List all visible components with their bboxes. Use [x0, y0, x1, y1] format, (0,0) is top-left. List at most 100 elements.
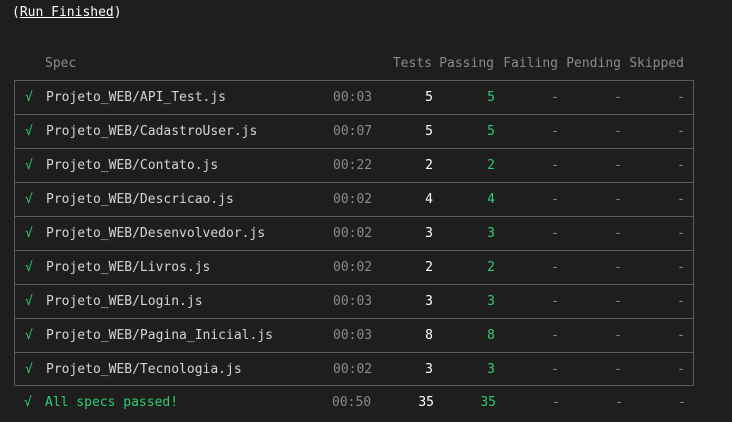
header-pending: Pending — [566, 56, 621, 71]
total-pending: - — [615, 395, 623, 410]
total-tests: 35 — [418, 395, 434, 410]
table-row: √ Projeto_WEB/API_Test.js 00:03 5 5 - - … — [15, 81, 693, 115]
total-passing: 35 — [480, 395, 496, 410]
total-skipped: - — [678, 395, 686, 410]
passing-count: 3 — [487, 294, 495, 309]
header-tests: Tests — [392, 56, 432, 71]
header-spec: Spec — [45, 56, 77, 71]
skipped-count: - — [677, 294, 685, 309]
pending-count: - — [614, 260, 622, 275]
spec-duration: 00:02 — [333, 362, 373, 377]
run-finished-title: (Run Finished) — [12, 4, 122, 22]
pass-check-icon: √ — [25, 124, 33, 139]
tests-count: 3 — [425, 362, 433, 377]
spec-name: Projeto_WEB/Pagina_Inicial.js — [46, 328, 273, 343]
spec-duration: 00:07 — [333, 124, 373, 139]
table-row: √ Projeto_WEB/Tecnologia.js 00:02 3 3 - … — [15, 353, 693, 387]
summary-row: √ All specs passed! 00:50 35 35 - - - — [14, 386, 694, 420]
header-passing: Passing — [439, 56, 494, 71]
table-row: √ Projeto_WEB/Desenvolvedor.js 00:02 3 3… — [15, 217, 693, 251]
skipped-count: - — [677, 328, 685, 343]
spec-name: Projeto_WEB/Livros.js — [46, 260, 211, 275]
pending-count: - — [614, 294, 622, 309]
tests-count: 8 — [425, 328, 433, 343]
tests-count: 5 — [425, 90, 433, 105]
pending-count: - — [614, 124, 622, 139]
pass-check-icon: √ — [25, 90, 33, 105]
spec-name: Projeto_WEB/CadastroUser.js — [46, 124, 258, 139]
table-header: Spec Tests Passing Failing Pending Skipp… — [14, 54, 694, 74]
failing-count: - — [551, 124, 559, 139]
passing-count: 4 — [487, 192, 495, 207]
spec-duration: 00:03 — [333, 294, 373, 309]
pending-count: - — [614, 90, 622, 105]
header-failing: Failing — [503, 56, 558, 71]
total-failing: - — [552, 395, 560, 410]
pass-check-icon: √ — [25, 362, 33, 377]
tests-count: 3 — [425, 226, 433, 241]
spec-name: Projeto_WEB/Contato.js — [46, 158, 219, 173]
spec-name: Projeto_WEB/Tecnologia.js — [46, 362, 242, 377]
passing-count: 2 — [487, 260, 495, 275]
pending-count: - — [614, 226, 622, 241]
results-table: √ Projeto_WEB/API_Test.js 00:03 5 5 - - … — [14, 80, 694, 386]
pass-check-icon: √ — [24, 395, 32, 410]
spec-duration: 00:02 — [333, 226, 373, 241]
table-row: √ Projeto_WEB/Livros.js 00:02 2 2 - - - — [15, 251, 693, 285]
skipped-count: - — [677, 192, 685, 207]
failing-count: - — [551, 328, 559, 343]
pending-count: - — [614, 328, 622, 343]
spec-duration: 00:03 — [333, 328, 373, 343]
tests-count: 4 — [425, 192, 433, 207]
skipped-count: - — [677, 362, 685, 377]
passing-count: 3 — [487, 362, 495, 377]
title-open-paren: ( — [12, 5, 20, 20]
title-close-paren: ) — [113, 5, 122, 20]
table-row: √ Projeto_WEB/Descricao.js 00:02 4 4 - -… — [15, 183, 693, 217]
skipped-count: - — [677, 124, 685, 139]
pass-check-icon: √ — [25, 328, 33, 343]
spec-name: Projeto_WEB/API_Test.js — [46, 90, 227, 105]
failing-count: - — [551, 226, 559, 241]
table-row: √ Projeto_WEB/Login.js 00:03 3 3 - - - — [15, 285, 693, 319]
pass-check-icon: √ — [25, 192, 33, 207]
spec-name: Projeto_WEB/Descricao.js — [46, 192, 234, 207]
table-row: √ Projeto_WEB/CadastroUser.js 00:07 5 5 … — [15, 115, 693, 149]
pass-check-icon: √ — [25, 158, 33, 173]
passing-count: 5 — [487, 124, 495, 139]
pending-count: - — [614, 192, 622, 207]
tests-count: 3 — [425, 294, 433, 309]
total-duration: 00:50 — [332, 395, 372, 410]
header-skipped: Skipped — [629, 56, 684, 71]
table-row: √ Projeto_WEB/Pagina_Inicial.js 00:03 8 … — [15, 319, 693, 353]
spec-name: Projeto_WEB/Login.js — [46, 294, 203, 309]
pass-check-icon: √ — [25, 260, 33, 275]
pass-check-icon: √ — [25, 226, 33, 241]
pending-count: - — [614, 158, 622, 173]
spec-duration: 00:02 — [333, 260, 373, 275]
spec-duration: 00:03 — [333, 90, 373, 105]
skipped-count: - — [677, 158, 685, 173]
tests-count: 2 — [425, 260, 433, 275]
passing-count: 3 — [487, 226, 495, 241]
pending-count: - — [614, 362, 622, 377]
failing-count: - — [551, 294, 559, 309]
skipped-count: - — [677, 226, 685, 241]
passing-count: 2 — [487, 158, 495, 173]
failing-count: - — [551, 260, 559, 275]
failing-count: - — [551, 90, 559, 105]
summary-message: All specs passed! — [45, 395, 179, 410]
spec-name: Projeto_WEB/Desenvolvedor.js — [46, 226, 266, 241]
tests-count: 2 — [425, 158, 433, 173]
failing-count: - — [551, 362, 559, 377]
failing-count: - — [551, 192, 559, 207]
failing-count: - — [551, 158, 559, 173]
spec-duration: 00:22 — [333, 158, 373, 173]
pass-check-icon: √ — [25, 294, 33, 309]
skipped-count: - — [677, 90, 685, 105]
table-row: √ Projeto_WEB/Contato.js 00:22 2 2 - - - — [15, 149, 693, 183]
spec-duration: 00:02 — [333, 192, 373, 207]
skipped-count: - — [677, 260, 685, 275]
tests-count: 5 — [425, 124, 433, 139]
title-label: Run Finished — [19, 5, 114, 20]
